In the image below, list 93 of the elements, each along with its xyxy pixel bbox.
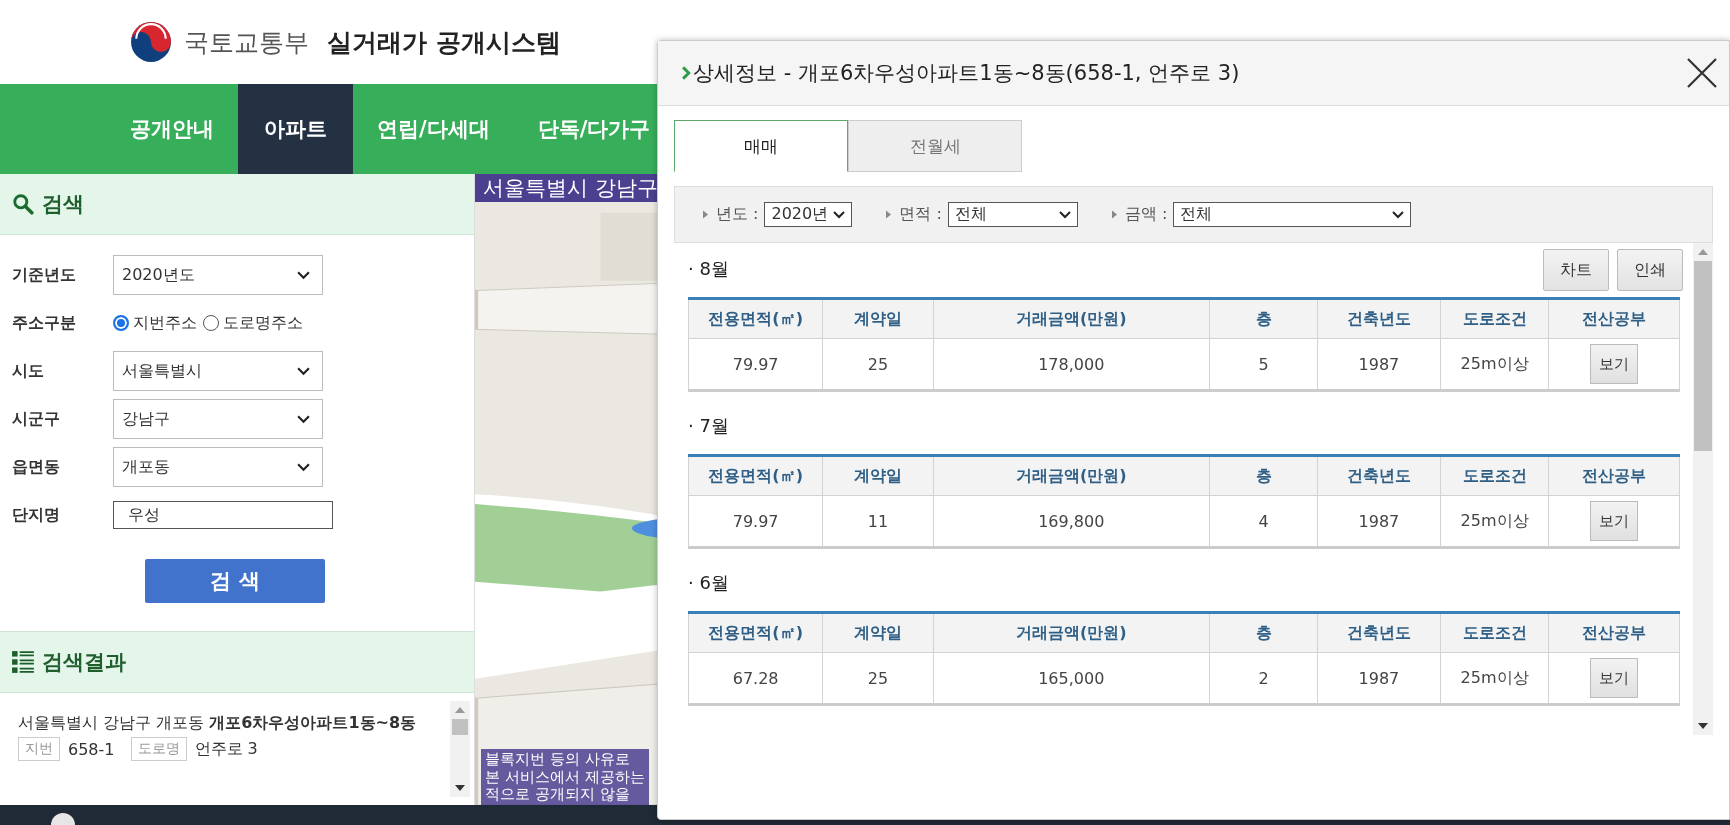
dropdown[interactable]: 강남구 (113, 399, 323, 439)
chevron-down-icon (1058, 210, 1071, 219)
scrollbar[interactable] (450, 701, 470, 797)
view-button[interactable]: 보기 (1590, 658, 1639, 698)
nav-tab[interactable]: 아파트 (238, 84, 353, 174)
column-header: 전용면적(㎡) (688, 298, 823, 339)
table-cell: 79.97 (688, 338, 823, 391)
column-header: 도로조건 (1440, 612, 1549, 653)
address-tag: 도로명 (130, 737, 187, 761)
action-button[interactable]: 인쇄 (1617, 249, 1683, 291)
column-header: 도로조건 (1440, 455, 1549, 496)
search-title: 검색 (42, 191, 84, 218)
triangle-right-icon (886, 210, 892, 219)
column-header: 거래금액(만원) (933, 612, 1210, 653)
column-header: 건축년도 (1317, 298, 1441, 339)
ministry-name: 국토교통부 (184, 26, 309, 59)
column-header: 건축년도 (1317, 455, 1441, 496)
scrollbar[interactable] (1693, 243, 1713, 735)
column-header: 층 (1209, 612, 1318, 653)
column-header: 거래금액(만원) (933, 455, 1210, 496)
table-cell: 79.97 (688, 495, 823, 548)
field-label: 시군구 (12, 408, 61, 430)
footer-emblem-icon (50, 813, 76, 825)
scroll-thumb[interactable] (1694, 261, 1712, 451)
chevron-down-icon (297, 462, 310, 472)
scroll-down-icon[interactable] (455, 785, 465, 791)
column-header: 거래금액(만원) (933, 298, 1210, 339)
filter-label: 면적 : (899, 204, 942, 225)
filter-dropdown[interactable]: 전체 (1173, 202, 1412, 227)
close-button[interactable] (1687, 58, 1717, 88)
column-header: 층 (1209, 298, 1318, 339)
scroll-up-icon[interactable] (455, 707, 465, 713)
column-header: 전산공부 (1548, 455, 1680, 496)
chevron-down-icon (1392, 210, 1405, 219)
results-title: 검색결과 (42, 649, 126, 676)
view-button[interactable]: 보기 (1590, 501, 1639, 541)
column-header: 계약일 (822, 612, 934, 653)
radio-label[interactable]: 지번주소 (133, 312, 197, 334)
chevron-right-icon (682, 66, 691, 80)
column-header: 전산공부 (1548, 612, 1680, 653)
triangle-right-icon (1111, 210, 1117, 219)
triangle-right-icon (703, 210, 708, 219)
column-header: 계약일 (822, 455, 934, 496)
lot-number: 658-1 (68, 739, 115, 759)
list-icon (12, 650, 34, 674)
address-tag: 지번 (18, 737, 60, 761)
scroll-up-icon[interactable] (1698, 249, 1708, 255)
scroll-down-icon[interactable] (1698, 723, 1708, 729)
field-label: 읍면동 (12, 456, 61, 478)
radio-button[interactable] (113, 315, 129, 331)
filter-dropdown[interactable]: 2020년 (764, 202, 853, 227)
radio-button[interactable] (203, 315, 219, 331)
scroll-thumb[interactable] (452, 719, 468, 735)
field-label: 기준년도 (12, 264, 77, 286)
tab[interactable]: 전월세 (848, 120, 1022, 172)
search-icon (12, 193, 34, 215)
filter-label: 금액 : (1124, 204, 1168, 225)
tab[interactable]: 매매 (674, 120, 848, 172)
dialog-title: 상세정보 - 개포6차우성아파트1동~8동(658-1, 언주로 3) (693, 60, 1241, 87)
emblem-logo (130, 21, 172, 63)
field-label: 주소구분 (12, 312, 77, 334)
column-header: 전산공부 (1548, 298, 1680, 339)
column-header: 계약일 (822, 298, 934, 339)
chevron-down-icon (297, 366, 310, 376)
chevron-down-icon (833, 210, 846, 219)
search-button[interactable]: 검 색 (145, 559, 325, 603)
site-title: 실거래가 공개시스템 (327, 26, 561, 59)
radio-label[interactable]: 도로명주소 (223, 312, 303, 334)
column-header: 전용면적(㎡) (688, 455, 823, 496)
chevron-down-icon (297, 414, 310, 424)
column-header: 건축년도 (1317, 612, 1441, 653)
month-heading: · 7월 (688, 414, 729, 438)
notice-text: 블록지번 등의 사유로 본 서비스에서 제공하는 적으로 공개되지 않을 (481, 749, 649, 805)
action-button[interactable]: 차트 (1543, 249, 1609, 291)
result-link[interactable]: 서울특별시 강남구 개포동 개포6차우성아파트1동~8동 (18, 713, 418, 733)
chevron-down-icon (297, 270, 310, 280)
column-header: 전용면적(㎡) (688, 612, 823, 653)
close-icon (1687, 58, 1717, 88)
column-header: 도로조건 (1440, 298, 1549, 339)
field-label: 단지명 (12, 504, 61, 526)
road-address: 언주로 3 (194, 738, 258, 760)
table-cell: 67.28 (688, 652, 823, 705)
filter-dropdown[interactable]: 전체 (947, 202, 1078, 227)
column-header: 층 (1209, 455, 1318, 496)
dropdown[interactable]: 개포동 (113, 447, 323, 487)
month-heading: · 6월 (688, 571, 729, 595)
view-button[interactable]: 보기 (1590, 344, 1639, 384)
complex-name-field[interactable]: 우성 (113, 501, 333, 529)
field-label: 시도 (12, 360, 45, 382)
filter-label: 년도 : (716, 204, 759, 225)
dropdown[interactable]: 2020년도 (113, 255, 323, 295)
month-heading: · 8월 (688, 257, 729, 281)
dropdown[interactable]: 서울특별시 (113, 351, 323, 391)
